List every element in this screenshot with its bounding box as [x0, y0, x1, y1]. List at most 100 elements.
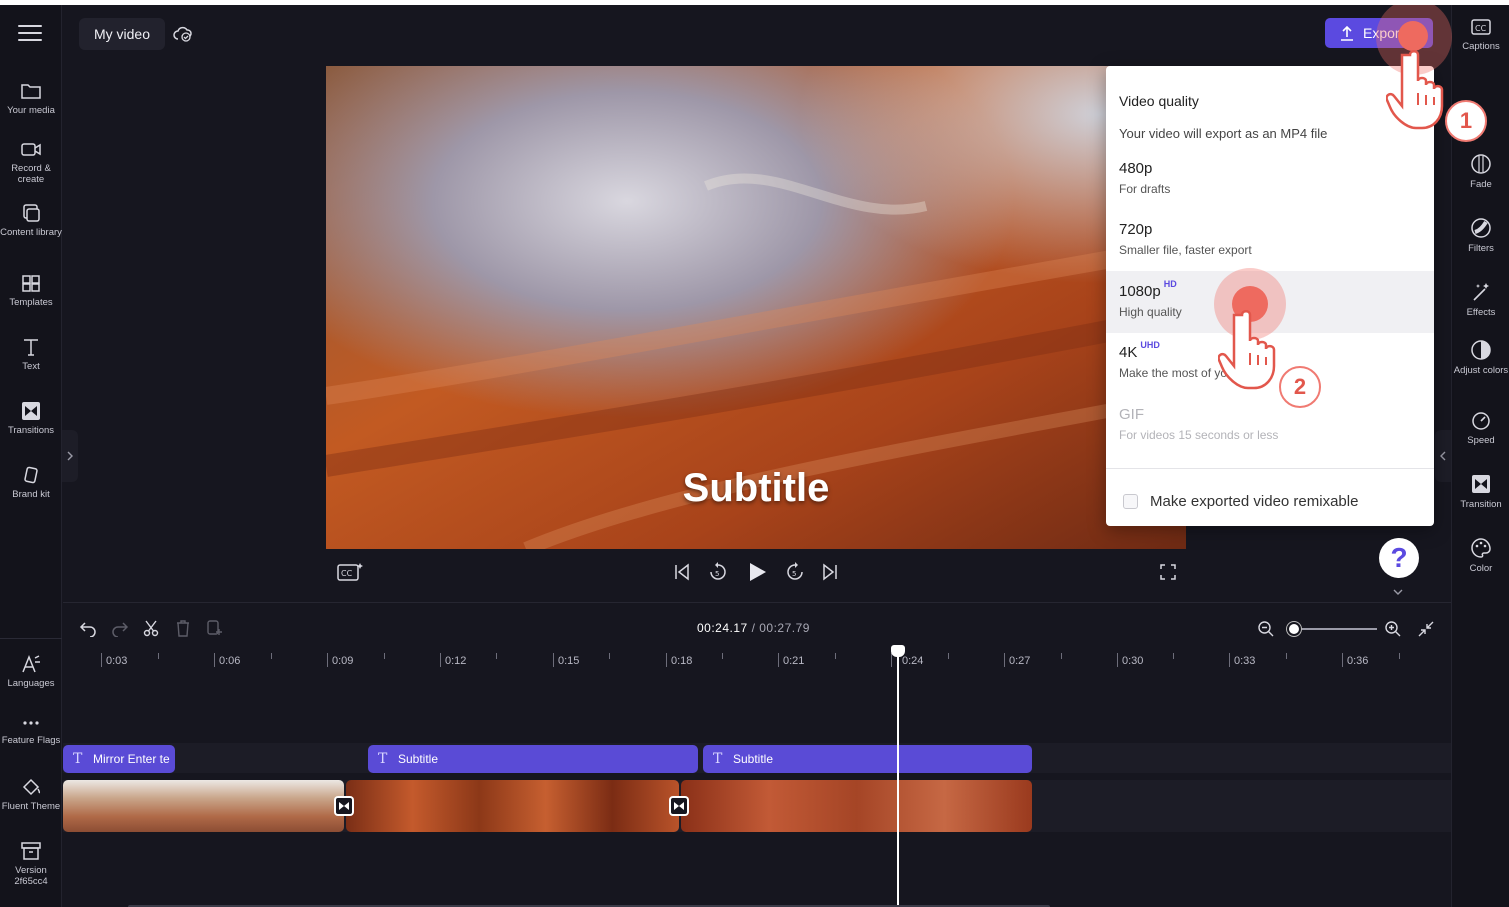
timeline-ruler[interactable]: 0:03 0:06 0:09 0:12 0:15 0:18 0:21 0:24 [63, 647, 1451, 673]
sidebar-item-color[interactable]: Color [1452, 537, 1509, 574]
sidebar-item-text[interactable]: Text [0, 337, 62, 372]
sidebar-item-label: Effects [1466, 307, 1496, 318]
text-clip[interactable]: T Subtitle [368, 745, 698, 773]
text-clip-label: Mirror Enter te [93, 752, 170, 766]
text-clip[interactable]: T Subtitle [703, 745, 1032, 773]
ruler-tick-label: 0:27 [1009, 655, 1031, 667]
expand-left-panel-button[interactable] [62, 430, 78, 482]
video-clip[interactable] [63, 780, 344, 832]
upload-icon [1341, 25, 1353, 41]
zoom-slider-track[interactable] [1289, 628, 1377, 630]
quality-option-720p[interactable]: 720p Smaller file, faster export [1106, 209, 1434, 271]
brand-kit-icon [24, 466, 38, 484]
fit-timeline-icon[interactable] [1417, 620, 1435, 638]
expand-right-panel-button[interactable] [1435, 430, 1451, 482]
sidebar-item-languages[interactable]: Languages [0, 654, 62, 689]
skip-forward-icon[interactable] [820, 561, 840, 583]
undo-icon[interactable] [79, 619, 97, 637]
scissors-icon[interactable] [142, 619, 160, 637]
ruler-tick [496, 653, 497, 659]
sidebar-item-brand-kit[interactable]: Brand kit [0, 465, 62, 500]
ruler-tick [948, 653, 949, 659]
subtitle-overlay-text[interactable]: Subtitle [326, 466, 1186, 511]
sidebar-item-templates[interactable]: Templates [0, 273, 62, 308]
zoom-out-icon[interactable] [1257, 620, 1275, 638]
paint-bucket-icon [22, 778, 41, 796]
transition-marker[interactable] [669, 796, 689, 816]
ruler-tick [1061, 653, 1062, 659]
effects-icon [1473, 283, 1489, 301]
help-button[interactable]: ? [1379, 538, 1419, 578]
chevron-left-icon [1440, 451, 1446, 461]
sidebar-item-label: Adjust colors [1453, 365, 1509, 376]
quality-option-480p[interactable]: 480p For drafts [1106, 148, 1434, 210]
chevron-down-icon[interactable] [1391, 587, 1405, 597]
fade-icon [1471, 154, 1491, 174]
sidebar-item-transition[interactable]: Transition [1452, 473, 1509, 510]
ruler-tick [440, 653, 441, 667]
video-preview[interactable]: Subtitle [326, 66, 1186, 549]
option-label: 480p [1119, 160, 1153, 177]
current-time: 00:24.17 [697, 621, 748, 635]
total-time: / 00:27.79 [751, 621, 810, 635]
option-label: 1080p [1119, 283, 1161, 300]
zoom-slider-handle[interactable] [1287, 622, 1301, 636]
sidebar-item-label: Feature Flags [1, 735, 61, 746]
time-readout: 00:24.17 / 00:27.79 [697, 621, 810, 635]
sidebar-item-record-create[interactable]: Record & create [0, 139, 62, 185]
sidebar-item-label: Templates [9, 297, 53, 308]
uhd-badge: UHD [1140, 340, 1160, 350]
sidebar-item-your-media[interactable]: Your media [0, 81, 62, 116]
svg-text:5: 5 [715, 570, 719, 578]
ruler-tick [722, 653, 723, 659]
fullscreen-icon[interactable] [1159, 561, 1177, 583]
playhead-handle[interactable] [891, 645, 905, 657]
sidebar-item-filters[interactable]: Filters [1452, 217, 1509, 254]
option-label: 4K [1119, 344, 1138, 361]
video-clip[interactable] [681, 780, 1032, 832]
sidebar-item-label: Fade [1470, 179, 1492, 190]
sidebar-item-label: Text [22, 361, 40, 372]
sidebar-item-label: Your media [7, 105, 55, 116]
color-icon [1471, 538, 1491, 558]
text-clip[interactable]: T Mirror Enter te [63, 745, 175, 773]
forward-5-icon[interactable]: 5 [784, 561, 806, 583]
archive-icon [21, 842, 41, 860]
zoom-in-icon[interactable] [1384, 620, 1402, 638]
ruler-tick-label: 0:18 [671, 655, 693, 667]
video-clip[interactable] [346, 780, 679, 832]
sidebar-item-label: Version 2f65cc4 [14, 865, 48, 887]
skip-back-icon[interactable] [672, 561, 692, 583]
playhead-line[interactable] [897, 647, 899, 907]
quality-option-gif: GIF For videos 15 seconds or less [1106, 394, 1434, 456]
project-name-field[interactable]: My video [79, 18, 165, 50]
remixable-checkbox[interactable] [1123, 494, 1138, 509]
rewind-5-icon[interactable]: 5 [707, 561, 729, 583]
transitions-icon [22, 402, 40, 420]
sidebar-item-fade[interactable]: Fade [1452, 153, 1509, 190]
video-track [63, 780, 1451, 832]
sidebar-item-label: Brand kit [12, 489, 50, 500]
sidebar-item-content-library[interactable]: Content library [0, 203, 62, 238]
folder-icon [21, 84, 41, 99]
chevron-right-icon [67, 451, 73, 461]
sidebar-item-speed[interactable]: Speed [1452, 409, 1509, 446]
remixable-label[interactable]: Make exported video remixable [1150, 493, 1358, 510]
sidebar-item-fluent-theme[interactable]: Fluent Theme [0, 777, 62, 812]
ruler-tick [1229, 653, 1230, 667]
cloud-saved-icon[interactable] [173, 25, 193, 43]
ruler-tick-label: 0:06 [219, 655, 241, 667]
sidebar-item-transitions[interactable]: Transitions [0, 401, 62, 436]
option-label: 720p [1119, 221, 1153, 238]
auto-captions-icon[interactable]: CC [336, 561, 364, 583]
transition-marker[interactable] [334, 796, 354, 816]
hamburger-menu-icon[interactable] [18, 25, 42, 43]
sidebar-item-feature-flags[interactable]: Feature Flags [0, 715, 62, 746]
play-icon[interactable] [746, 561, 768, 583]
ruler-tick [101, 653, 102, 667]
timeline-panel: 00:24.17 / 00:27.79 0:03 0:06 0:09 0:12 … [63, 602, 1451, 907]
sidebar-item-effects[interactable]: Effects [1452, 281, 1509, 318]
sidebar-item-label: Transitions [7, 425, 55, 436]
sidebar-item-captions[interactable]: CC Captions [1452, 17, 1509, 52]
sidebar-item-adjust-colors[interactable]: Adjust colors [1452, 339, 1509, 376]
